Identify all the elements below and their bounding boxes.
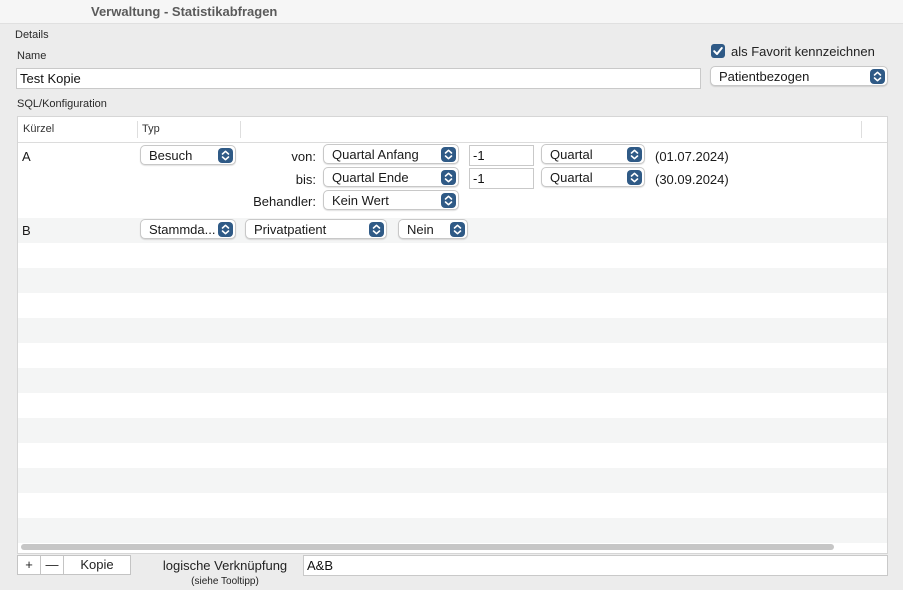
copy-button[interactable]: Kopie bbox=[64, 556, 130, 574]
logic-hint: (siehe Tooltipp) bbox=[191, 576, 259, 587]
horizontal-scrollbar[interactable] bbox=[21, 544, 834, 550]
chevron-up-down-icon bbox=[218, 222, 233, 237]
table-row-empty bbox=[18, 368, 887, 393]
table-row-empty bbox=[18, 518, 887, 543]
name-label: Name bbox=[17, 50, 47, 62]
bis-offset-input[interactable]: -1 bbox=[469, 168, 534, 189]
details-section-label: Details bbox=[15, 29, 49, 41]
von-date: (01.07.2024) bbox=[655, 149, 729, 164]
von-label: von: bbox=[291, 149, 316, 164]
behandler-label: Behandler: bbox=[253, 194, 316, 209]
table-row-empty bbox=[18, 418, 887, 443]
von-select-value: Quartal Anfang bbox=[332, 147, 419, 162]
table-row-b[interactable]: B Stammda... Privatpatient Nein bbox=[18, 218, 887, 243]
remove-row-button[interactable]: — bbox=[41, 556, 63, 574]
table-row-empty bbox=[18, 493, 887, 518]
behandler-select[interactable]: Kein Wert bbox=[323, 190, 459, 210]
chevron-up-down-icon bbox=[627, 170, 642, 185]
sql-section-label: SQL/Konfiguration bbox=[17, 98, 107, 110]
chevron-up-down-icon bbox=[441, 147, 456, 162]
bis-unit-select[interactable]: Quartal bbox=[541, 167, 645, 187]
table-row-empty bbox=[18, 343, 887, 368]
table-row-a[interactable]: A Besuch von: Quartal Anfang -1 Quartal … bbox=[18, 143, 887, 218]
table-row-empty bbox=[18, 293, 887, 318]
name-input[interactable]: Test Kopie bbox=[16, 68, 701, 89]
column-header-kuerzel[interactable]: Kürzel bbox=[23, 123, 54, 135]
row-b-field-select[interactable]: Privatpatient bbox=[245, 219, 387, 239]
row-b-value-select[interactable]: Nein bbox=[398, 219, 468, 239]
row-b-field-value: Privatpatient bbox=[254, 222, 327, 237]
bis-date: (30.09.2024) bbox=[655, 172, 729, 187]
table-header: Kürzel Typ bbox=[18, 117, 887, 143]
row-b-type-select[interactable]: Stammda... bbox=[140, 219, 236, 239]
von-offset-input[interactable]: -1 bbox=[469, 145, 534, 166]
chevron-up-down-icon bbox=[441, 170, 456, 185]
bis-select-value: Quartal Ende bbox=[332, 170, 409, 185]
chevron-up-down-icon bbox=[441, 193, 456, 208]
logic-label: logische Verknüpfung bbox=[162, 558, 288, 573]
von-unit-select[interactable]: Quartal bbox=[541, 144, 645, 164]
scope-select[interactable]: Patientbezogen bbox=[710, 66, 888, 86]
column-header-typ[interactable]: Typ bbox=[142, 123, 160, 135]
logic-input[interactable]: A&B bbox=[303, 555, 888, 576]
chevron-up-down-icon bbox=[450, 222, 465, 237]
window-titlebar: Verwaltung - Statistikabfragen bbox=[0, 0, 903, 24]
table-row-empty bbox=[18, 468, 887, 493]
chevron-up-down-icon bbox=[369, 222, 384, 237]
add-row-button[interactable]: + bbox=[18, 556, 40, 574]
bis-select[interactable]: Quartal Ende bbox=[323, 167, 459, 187]
favorite-checkbox[interactable] bbox=[711, 44, 725, 58]
window-title: Verwaltung - Statistikabfragen bbox=[91, 4, 278, 19]
column-divider bbox=[861, 121, 862, 138]
row-a-kuerzel: A bbox=[22, 149, 31, 164]
table-row-empty bbox=[18, 393, 887, 418]
row-a-type-select[interactable]: Besuch bbox=[140, 145, 236, 165]
criteria-table[interactable]: Kürzel Typ A Besuch von: Quartal Anfang … bbox=[17, 116, 888, 554]
behandler-select-value: Kein Wert bbox=[332, 193, 389, 208]
column-divider bbox=[137, 121, 138, 138]
table-row-empty bbox=[18, 443, 887, 468]
table-row-empty bbox=[18, 243, 887, 268]
scope-select-value: Patientbezogen bbox=[719, 69, 810, 84]
table-button-bar: + — Kopie bbox=[17, 555, 131, 575]
row-b-kuerzel: B bbox=[22, 223, 31, 238]
chevron-up-down-icon bbox=[627, 147, 642, 162]
chevron-up-down-icon bbox=[870, 69, 885, 84]
column-divider bbox=[240, 121, 241, 138]
favorite-label[interactable]: als Favorit kennzeichnen bbox=[731, 44, 875, 59]
table-row-empty bbox=[18, 318, 887, 343]
chevron-up-down-icon bbox=[218, 148, 233, 163]
von-select[interactable]: Quartal Anfang bbox=[323, 144, 459, 164]
checkmark-icon bbox=[713, 47, 723, 55]
table-row-empty bbox=[18, 268, 887, 293]
bis-label: bis: bbox=[295, 172, 316, 187]
